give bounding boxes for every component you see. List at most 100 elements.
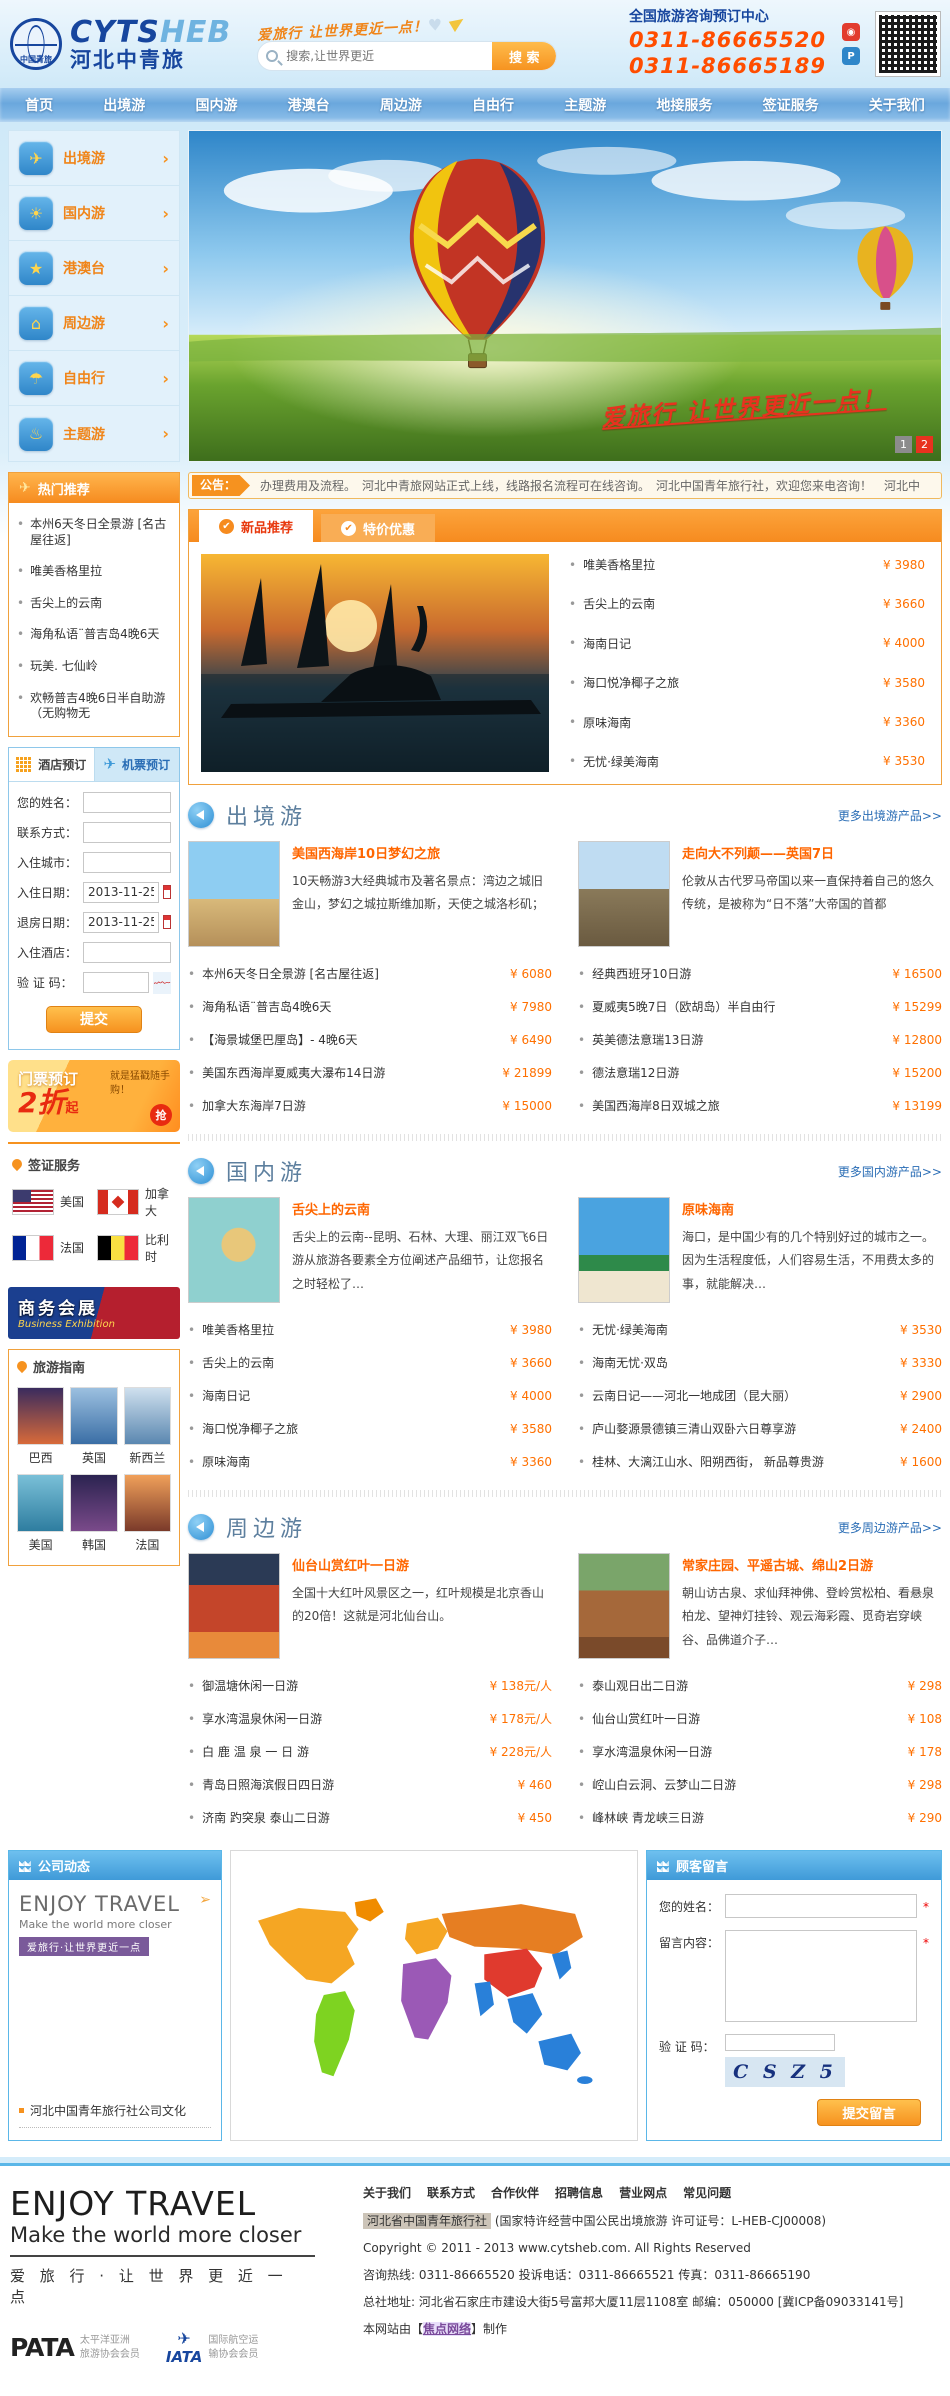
search-input[interactable]: [278, 49, 492, 63]
product-row[interactable]: •德法意瑞12日游¥ 15200: [578, 1056, 942, 1089]
featured-card[interactable]: 原味海南海口，是中国少有的几个特别好过的城市之一。因为生活程度低，人们容易生活，…: [578, 1197, 942, 1303]
hot-item[interactable]: •本州6天冬日全景游 [名古屋往返]: [17, 509, 171, 556]
product-row[interactable]: •海口悦净椰子之旅¥ 3580: [188, 1412, 552, 1445]
product-row[interactable]: •美国西海岸8日双城之旅¥ 13199: [578, 1089, 942, 1122]
product-row[interactable]: •经典西班牙10日游¥ 16500: [578, 957, 942, 990]
nav-item-freetravel[interactable]: 自由行: [466, 95, 520, 115]
product-row[interactable]: •加拿大东海岸7日游¥ 15000: [188, 1089, 552, 1122]
visa-france[interactable]: 法国: [12, 1231, 91, 1265]
sidebar-item-theme[interactable]: ♨ 主题游›: [9, 406, 179, 461]
promo-photo[interactable]: [201, 554, 549, 772]
promo-item[interactable]: •海口悦净椰子之旅¥ 3580: [569, 674, 925, 691]
tab-flight-booking[interactable]: ✈机票预订: [95, 748, 180, 781]
product-row[interactable]: •本州6天冬日全景游 [名古屋往返]¥ 6080: [188, 957, 552, 990]
footer-link-branches[interactable]: 营业网点: [619, 2184, 667, 2202]
hot-item[interactable]: •舌尖上的云南: [17, 588, 171, 620]
footer-link-contact[interactable]: 联系方式: [427, 2184, 475, 2202]
city-input[interactable]: [83, 852, 171, 873]
checkout-date-input[interactable]: [83, 912, 159, 933]
product-row[interactable]: •唯美香格里拉¥ 3980: [188, 1313, 552, 1346]
nav-item-domestic[interactable]: 国内游: [189, 95, 243, 115]
footer-link-jobs[interactable]: 招聘信息: [555, 2184, 603, 2202]
footer-link-faq[interactable]: 常见问题: [683, 2184, 731, 2202]
more-link[interactable]: 更多国内游产品>>: [838, 1163, 942, 1180]
nav-item-ground[interactable]: 地接服务: [650, 95, 718, 115]
product-row[interactable]: •原味海南¥ 3360: [188, 1445, 552, 1478]
featured-card[interactable]: 舌尖上的云南舌尖上的云南--昆明、石林、大理、丽江双飞6日游从旅游各要素全方位阐…: [188, 1197, 552, 1303]
ticket-ad-banner[interactable]: 门票预订 2折起 就是猛戳随手购！ 抢: [8, 1060, 180, 1132]
guest-name-input[interactable]: [725, 1894, 917, 1918]
promo-item[interactable]: •海南日记¥ 4000: [569, 635, 925, 652]
product-row[interactable]: •峰林峡 青龙峡三日游¥ 290: [578, 1801, 942, 1834]
guide-brazil[interactable]: 巴西: [17, 1387, 64, 1466]
product-row[interactable]: •海角私语¨普吉岛4晚6天¥ 7980: [188, 990, 552, 1023]
captcha-input[interactable]: [83, 972, 149, 993]
visa-usa[interactable]: 美国: [12, 1185, 91, 1219]
search-button[interactable]: 搜 索: [492, 41, 556, 71]
logo[interactable]: 中国青旅 CYTSHEB 河北中青旅: [10, 16, 231, 72]
business-expo-banner[interactable]: 商务会展 Business Exhibition: [8, 1287, 180, 1339]
footer-link-partners[interactable]: 合作伙伴: [491, 2184, 539, 2202]
news-item[interactable]: 河北中国青年旅行社公司文化: [19, 2076, 211, 2128]
social-icon-2[interactable]: P: [842, 47, 860, 65]
sidebar-item-outbound[interactable]: ✈ 出境游›: [9, 131, 179, 186]
product-row[interactable]: •云南日记——河北一地成团（昆大丽）¥ 2900: [578, 1379, 942, 1412]
nav-item-home[interactable]: 首页: [19, 95, 59, 115]
submit-button[interactable]: 提交: [46, 1006, 142, 1033]
nav-item-visa[interactable]: 签证服务: [757, 95, 825, 115]
product-row[interactable]: •青岛日照海滨假日四日游¥ 460: [188, 1768, 552, 1801]
product-row[interactable]: •海南无忧·双岛¥ 3330: [578, 1346, 942, 1379]
nav-item-about[interactable]: 关于我们: [863, 95, 931, 115]
sidebar-item-hkmotw[interactable]: ★ 港澳台›: [9, 241, 179, 296]
hot-item[interactable]: •海角私语¨普吉岛4晚6天: [17, 619, 171, 651]
product-row[interactable]: •仙台山赏红叶一日游¥ 108: [578, 1702, 942, 1735]
guest-name-input[interactable]: [83, 792, 171, 813]
banner-page-2[interactable]: 2: [916, 436, 933, 453]
promo-item[interactable]: •舌尖上的云南¥ 3660: [569, 595, 925, 612]
promo-item[interactable]: •唯美香格里拉¥ 3980: [569, 556, 925, 573]
promo-item[interactable]: •无忧·绿美海南¥ 3530: [569, 753, 925, 770]
nav-item-hkmotw[interactable]: 港澳台: [282, 95, 336, 115]
featured-card[interactable]: 仙台山赏红叶一日游全国十大红叶风景区之一，红叶规模是北京香山的20倍！这就是河北…: [188, 1553, 552, 1659]
featured-card[interactable]: 常家庄园、平遥古城、绵山2日游朝山访古泉、求仙拜神佛、登岭赏松柏、看悬泉柏龙、望…: [578, 1553, 942, 1659]
nav-item-theme[interactable]: 主题游: [558, 95, 612, 115]
sidebar-item-nearby[interactable]: ⌂ 周边游›: [9, 296, 179, 351]
more-link[interactable]: 更多出境游产品>>: [838, 807, 942, 824]
visa-belgium[interactable]: 比利时: [97, 1231, 176, 1265]
product-row[interactable]: •泰山观日出二日游¥ 298: [578, 1669, 942, 1702]
promo-item[interactable]: •原味海南¥ 3360: [569, 714, 925, 731]
product-row[interactable]: •【海景城堡巴厘岛】- 4晚6天¥ 6490: [188, 1023, 552, 1056]
featured-card[interactable]: 美国西海岸10日梦幻之旅10天畅游3大经典城市及著名景点：湾边之城旧金山，梦幻之…: [188, 841, 552, 947]
hot-item[interactable]: •欢畅普吉4晚6日半自助游（无购物无: [17, 683, 171, 730]
hotel-input[interactable]: [83, 942, 171, 963]
product-row[interactable]: •崆山白云洞、云梦山二日游¥ 298: [578, 1768, 942, 1801]
product-row[interactable]: •享水湾温泉休闲一日游¥ 178: [578, 1735, 942, 1768]
guide-nz[interactable]: 新西兰: [124, 1387, 171, 1466]
guide-usa[interactable]: 美国: [17, 1474, 64, 1553]
product-row[interactable]: •舌尖上的云南¥ 3660: [188, 1346, 552, 1379]
calendar-icon[interactable]: [163, 915, 171, 929]
checkin-date-input[interactable]: [83, 882, 159, 903]
product-row[interactable]: •白 鹿 温 泉 一 日 游¥ 228元/人: [188, 1735, 552, 1768]
nav-item-outbound[interactable]: 出境游: [97, 95, 151, 115]
product-row[interactable]: •庐山婺源景德镇三清山双卧六日尊享游¥ 2400: [578, 1412, 942, 1445]
product-row[interactable]: •享水湾温泉休闲一日游¥ 178元/人: [188, 1702, 552, 1735]
calendar-icon[interactable]: [163, 885, 171, 899]
maker-link[interactable]: 焦点网络: [423, 2322, 471, 2336]
weibo-icon[interactable]: ◉: [842, 23, 860, 41]
banner-page-1[interactable]: 1: [895, 436, 912, 453]
product-row[interactable]: •海南日记¥ 4000: [188, 1379, 552, 1412]
guide-france[interactable]: 法国: [124, 1474, 171, 1553]
footer-link-about[interactable]: 关于我们: [363, 2184, 411, 2202]
product-row[interactable]: •御温塘休闲一日游¥ 138元/人: [188, 1669, 552, 1702]
nav-item-nearby[interactable]: 周边游: [374, 95, 428, 115]
product-row[interactable]: •夏威夷5晚7日（欧胡岛）半自由行¥ 15299: [578, 990, 942, 1023]
product-row[interactable]: •英美德法意瑞13日游¥ 12800: [578, 1023, 942, 1056]
product-row[interactable]: •桂林、大漓江山水、阳朔西街， 新品尊贵游¥ 1600: [578, 1445, 942, 1478]
featured-card[interactable]: 走向大不列颠——英国7日伦敦从古代罗马帝国以来一直保持着自己的悠久传统，是被称为…: [578, 841, 942, 947]
message-textarea[interactable]: [725, 1930, 917, 2022]
product-row[interactable]: •无忧·绿美海南¥ 3530: [578, 1313, 942, 1346]
hot-item[interactable]: •玩美. 七仙岭: [17, 651, 171, 683]
sidebar-item-domestic[interactable]: ☀ 国内游›: [9, 186, 179, 241]
more-link[interactable]: 更多周边游产品>>: [838, 1519, 942, 1536]
